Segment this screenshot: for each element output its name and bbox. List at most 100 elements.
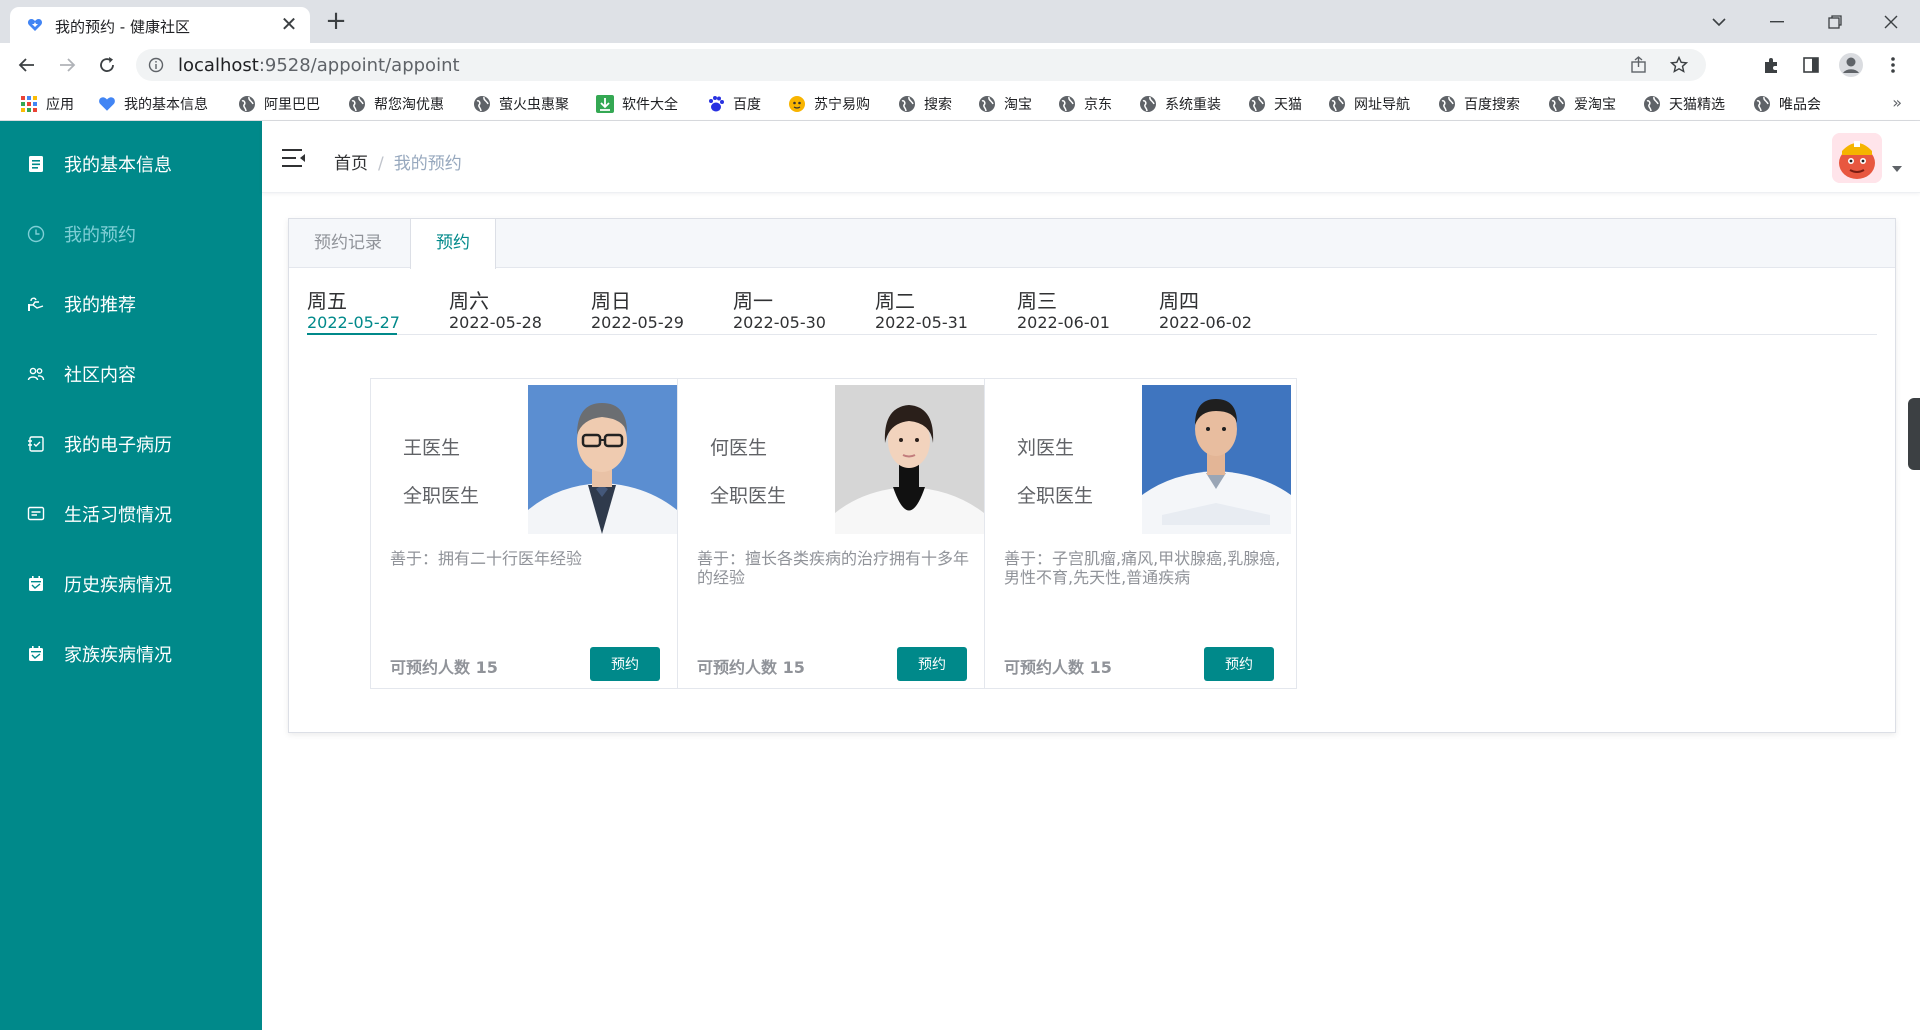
sidebar-item-label: 历史疾病情况 [64,575,172,596]
address-bar[interactable]: localhost:9528/appoint/appoint [136,49,1706,81]
side-panel-icon[interactable] [1798,52,1824,78]
new-tab-button[interactable]: + [322,8,350,36]
sidebar-item-basic-info[interactable]: 我的基本信息 [0,129,262,199]
navbar: 首页 / 我的预约 [262,121,1920,193]
back-arrow-icon[interactable] [12,50,42,80]
sidebar-item-label: 我的预约 [64,225,136,246]
day-tab[interactable]: 周三 2022-06-01 [1017,279,1137,335]
bookmark-label: 唯品会 [1779,97,1821,113]
bookmark-jd[interactable]: 京东 [1058,93,1112,115]
avatar-dropdown-caret-icon[interactable] [1892,166,1902,172]
bookmark-baidu[interactable]: 百度 [707,93,761,115]
bookmark-tmall[interactable]: 天猫 [1248,93,1302,115]
sidebar-item-family-disease[interactable]: 家族疾病情况 [0,619,262,689]
tab-appointment-records[interactable]: 预约记录 [289,219,407,268]
globe-icon [239,96,255,112]
day-tab[interactable]: 周四 2022-06-02 [1159,279,1279,335]
sidebar-item-community[interactable]: 社区内容 [0,339,262,409]
browser-tab[interactable]: 我的预约 - 健康社区 ✕ [10,7,310,43]
breadcrumb-current: 我的预约 [393,154,462,174]
profile-avatar-icon[interactable] [1838,52,1864,78]
active-day-underline [307,333,397,335]
restore-icon[interactable] [1806,0,1864,43]
browser-tab-title: 我的预约 - 健康社区 [55,18,190,36]
browser-tab-strip: 我的预约 - 健康社区 ✕ + [0,0,1920,43]
sidebar-item-history-disease[interactable]: 历史疾病情况 [0,549,262,619]
bookmark-suning[interactable]: 苏宁易购 [788,93,870,115]
url-text: localhost:9528/appoint/appoint [178,55,460,76]
people-icon [26,364,46,384]
day-tab[interactable]: 周五 2022-05-27 [307,279,427,335]
bookmarks-bar: 应用 我的基本信息 阿里巴巴 帮您淘优惠 萤火虫惠聚 软件大全 百度 苏宁易购 … [0,87,1920,121]
doctor-name: 何医生 [710,437,768,459]
book-button[interactable]: 预约 [897,647,967,681]
bookmark-taobao-deals[interactable]: 帮您淘优惠 [348,93,444,115]
extensions-puzzle-icon[interactable] [1758,52,1784,78]
book-button[interactable]: 预约 [1204,647,1274,681]
bookmark-firefly[interactable]: 萤火虫惠聚 [473,93,569,115]
available-quota: 可预约人数 15 [697,658,805,677]
bookmarks-overflow-chevron-icon[interactable]: » [1892,93,1902,112]
bookmark-apps[interactable]: 应用 [20,93,74,115]
bookmark-aitaobao[interactable]: 爱淘宝 [1548,93,1616,115]
book-button[interactable]: 预约 [590,647,660,681]
bookmark-nav[interactable]: 网址导航 [1328,93,1410,115]
day-tab[interactable]: 周一 2022-05-30 [733,279,853,335]
browser-toolbar: localhost:9528/appoint/appoint [0,43,1920,87]
sidebar-item-medical-record[interactable]: 我的电子病历 [0,409,262,479]
sidebar: 我的基本信息 我的预约 我的推荐 社区内容 我的电子病历 生活习惯情况 历史疾病… [0,121,262,1030]
share-icon[interactable] [1626,52,1652,78]
doctor-skill: 善于：子宫肌瘤,痛风,甲状腺癌,乳腺癌,男性不育,先天性,普通疾病 [1004,549,1281,587]
bookmark-baidu-search[interactable]: 百度搜索 [1438,93,1520,115]
date-label: 2022-06-01 [1017,313,1110,332]
sidebar-item-label: 我的电子病历 [64,435,172,456]
globe-icon [1439,96,1455,112]
bookmark-label: 京东 [1084,97,1112,113]
bookmark-label: 天猫精选 [1669,97,1725,113]
minimize-icon[interactable] [1748,0,1806,43]
day-tab[interactable]: 周日 2022-05-29 [591,279,711,335]
globe-icon [1059,96,1075,112]
globe-icon [979,96,995,112]
tab-appointment[interactable]: 预约 [410,219,496,269]
bookmark-tmall-select[interactable]: 天猫精选 [1643,93,1725,115]
bookmark-star-icon[interactable] [1666,52,1692,78]
bookmark-taobao[interactable]: 淘宝 [978,93,1032,115]
sidebar-item-recommend[interactable]: 我的推荐 [0,269,262,339]
hamburger-menu-icon[interactable] [282,148,306,168]
bookmark-label: 阿里巴巴 [264,97,320,113]
bookmark-search[interactable]: 搜索 [898,93,952,115]
record-icon [26,434,46,454]
url-host: localhost [178,55,259,76]
bookmark-label: 淘宝 [1004,97,1032,113]
day-tab[interactable]: 周二 2022-05-31 [875,279,995,335]
bookmark-reinstall[interactable]: 系统重装 [1139,93,1221,115]
doctor-title: 全职医生 [710,485,787,507]
doctor-photo [1142,385,1291,534]
bookmark-basic-info[interactable]: 我的基本信息 [98,93,208,115]
site-info-icon[interactable] [148,57,164,73]
breadcrumb-home[interactable]: 首页 [334,154,368,174]
day-tab[interactable]: 周六 2022-05-28 [449,279,569,335]
tab-search-icon[interactable] [1690,0,1748,43]
globe-icon [1329,96,1345,112]
forward-arrow-icon[interactable] [52,50,82,80]
globe-icon [474,96,490,112]
browser-menu-icon[interactable] [1880,52,1906,78]
reload-icon[interactable] [92,50,122,80]
globe-icon [1549,96,1565,112]
side-scroll-handle[interactable] [1908,398,1920,470]
bookmark-vip[interactable]: 唯品会 [1753,93,1821,115]
globe-icon [1754,96,1770,112]
download-icon [596,95,614,113]
sidebar-item-my-appointment[interactable]: 我的预约 [0,199,262,269]
bookmark-label: 百度 [733,97,761,113]
sidebar-item-label: 社区内容 [64,365,136,386]
window-close-icon[interactable] [1862,0,1920,43]
bookmark-alibaba[interactable]: 阿里巴巴 [238,93,320,115]
sidebar-item-lifestyle[interactable]: 生活习惯情况 [0,479,262,549]
tab-close-icon[interactable]: ✕ [278,13,300,35]
bookmark-software[interactable]: 软件大全 [596,93,678,115]
user-avatar[interactable] [1832,133,1882,183]
message-icon [26,504,46,524]
